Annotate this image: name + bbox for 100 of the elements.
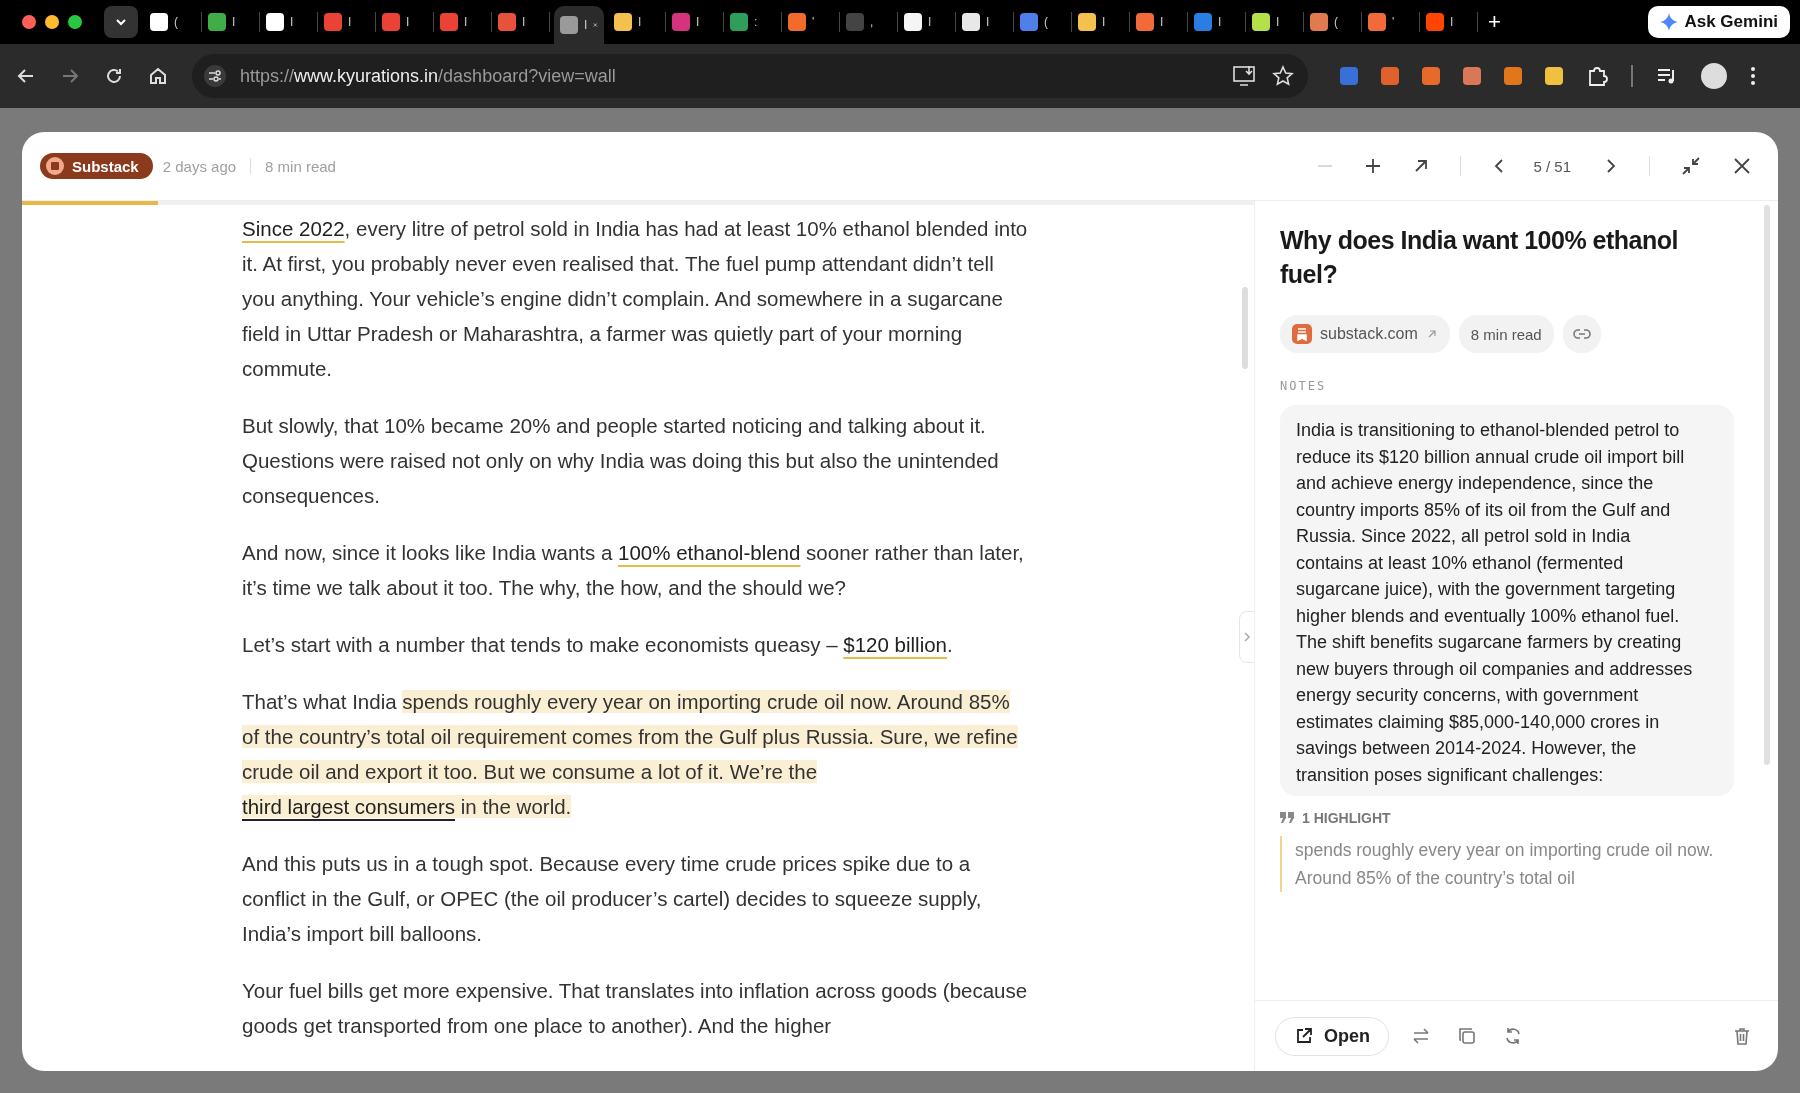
maximize-window-icon[interactable]	[68, 15, 82, 29]
copy-icon[interactable]	[1457, 1026, 1477, 1046]
scrollbar-thumb[interactable]	[1764, 205, 1770, 765]
address-field[interactable]: https://www.kyurations.in/dashboard?view=wall	[192, 54, 1308, 98]
delete-icon[interactable]	[1732, 1026, 1752, 1046]
tab-title: I	[406, 15, 410, 29]
browser-tab[interactable]: ,	[840, 12, 898, 32]
article-paragraph: And now, since it looks like India wants a 100% ethanol-blend sooner rather than later, it’s time we talk about it too. The why, the how, and the should we?	[242, 540, 1025, 601]
quote-icon	[1280, 812, 1294, 824]
tab-title: '	[812, 15, 815, 29]
copy-link-button[interactable]	[1562, 315, 1601, 353]
tab-title: I	[638, 15, 642, 29]
article-age: 2 days ago	[162, 157, 237, 175]
tab-title: I	[696, 15, 700, 29]
browser-tab[interactable]: (	[1014, 12, 1072, 32]
tab-title: I	[522, 15, 526, 29]
extension-icon[interactable]	[1463, 67, 1481, 85]
browser-tab[interactable]: I	[1420, 12, 1478, 32]
tab-list-button[interactable]	[104, 6, 138, 38]
browser-tab[interactable]: I	[666, 12, 724, 32]
highlights-label: 1 HIGHLIGHT	[1302, 810, 1391, 826]
tab-title: I	[584, 18, 588, 32]
extension-icon[interactable]	[1381, 67, 1399, 85]
browser-tab[interactable]: I	[1188, 12, 1246, 32]
zoom-in-icon[interactable]	[1364, 157, 1383, 175]
article-link[interactable]: $120 billion	[843, 633, 947, 656]
extension-icon[interactable]	[1422, 67, 1440, 85]
browser-tab[interactable]: (	[144, 12, 202, 32]
extension-icon[interactable]	[1545, 67, 1563, 85]
tab-title: I	[986, 15, 990, 29]
sparkle-icon	[1660, 13, 1679, 31]
article-paragraph: Your fuel bills get more expensive. That translates into inflation across goods (because goods get transported from one place to another). And the higher	[242, 978, 1029, 1039]
minimize-window-icon[interactable]	[45, 15, 59, 29]
read-time: 8 min read	[265, 157, 336, 175]
article-link[interactable]: third largest consumers	[242, 795, 456, 818]
article-paragraph: Since 2022, every litre of petrol sold in India has had at least 10% ethanol blended into it. At first, you probably never even realised that. The fuel pump attendant didn’t tell you anything. Your vehicle’s engine didn’t complain. And somewhere in a sugarcane field in Uttar Pradesh or Maharashtra, a farmer was quietly part of your morning commute.	[242, 216, 1029, 382]
tab-title: (	[174, 15, 178, 29]
tab-title: :	[754, 15, 758, 29]
swap-icon[interactable]	[1411, 1026, 1431, 1046]
notes-label: NOTES	[1280, 379, 1328, 393]
article-position: 5 / 51	[1533, 157, 1571, 175]
notes-text: India is transitioning to ethanol-blended petrol to reduce its $120 billion annual crude oil import bill and achieve energy independence, since the country imports 85% of its oil from the Gulf and Russia. Since 2022, all petrol sold in India contains at least 10% ethanol (fermented sugarcane juice), with the government targeting higher blends and eventually 100% ethanol fuel. The shift benefits sugarcane farmers by creating new buyers through oil companies and addresses energy security concerns, with government estimates claiming $85,000-140,000 crores in savings between 2014-2024. However, the transition poses significant challenges:	[1296, 419, 1694, 787]
browser-tab[interactable]: :	[724, 12, 782, 32]
browser-tab[interactable]: '	[1362, 12, 1420, 32]
tab-title: I	[1102, 15, 1106, 29]
scrollbar-thumb[interactable]	[1242, 287, 1248, 369]
site-settings-icon[interactable]	[204, 65, 226, 87]
refresh-icon[interactable]	[1503, 1026, 1523, 1046]
tab-title: '	[1392, 15, 1395, 29]
more-menu-icon[interactable]	[1750, 66, 1756, 86]
browser-tab[interactable]: I	[1246, 12, 1304, 32]
home-icon[interactable]	[148, 66, 168, 86]
browser-tab[interactable]: I	[318, 12, 376, 32]
browser-tab[interactable]: I	[554, 6, 604, 44]
url-text: https://www.kyurations.in/dashboard?view=wall	[240, 65, 617, 87]
article-title: Why does India want 100% ethanol fuel?	[1280, 225, 1679, 290]
browser-tab[interactable]: I	[376, 12, 434, 32]
browser-tab[interactable]: I	[202, 12, 260, 32]
close-icon[interactable]	[1732, 156, 1752, 176]
browser-tab[interactable]: I	[1072, 12, 1130, 32]
article-link[interactable]: Since 2022	[242, 217, 345, 240]
panel-toggle-handle[interactable]	[1239, 611, 1254, 663]
article-paragraph: But slowly, that 10% became 20% and people started noticing and talking about it. Questions were raised not only on why India was doing this but also the unintended consequences.	[242, 413, 1000, 509]
source-link[interactable]: substack.com	[1280, 315, 1450, 353]
reload-icon[interactable]	[104, 66, 124, 86]
tab-title: I	[1276, 15, 1280, 29]
browser-tab[interactable]: I	[434, 12, 492, 32]
browser-tab[interactable]: I	[898, 12, 956, 32]
tab-title: I	[1160, 15, 1164, 29]
article-paragraph: And this puts us in a tough spot. Because every time crude prices spike due to a conflict in the Gulf, or OPEC (the oil producer’s cartel) decides to squeeze supply, India’s import bill balloons.	[242, 851, 983, 947]
tab-title: ,	[870, 15, 874, 29]
collapse-icon[interactable]	[1680, 155, 1702, 177]
browser-tab[interactable]: (	[1304, 12, 1362, 32]
browser-tab[interactable]: I	[492, 12, 550, 32]
article-paragraph: That’s what India spends roughly every year on importing crude oil now. Around 85% of the country’s total oil requirement comes from the Gulf plus Russia. Sure, we refine crude oil and export it too. But we consume a lot of it. We’re the third largest consumers in the world.	[242, 689, 1019, 820]
substack-icon	[1292, 324, 1312, 344]
new-tab-button[interactable]: +	[1478, 0, 1511, 44]
install-app-icon[interactable]	[1232, 64, 1258, 88]
tab-title: I	[348, 15, 352, 29]
source-name: Substack	[72, 157, 139, 175]
tab-title: I	[1450, 15, 1454, 29]
browser-tab[interactable]: '	[782, 12, 840, 32]
chevron-right-icon	[1243, 631, 1251, 643]
tab-title: I	[928, 15, 932, 29]
bookmark-star-icon[interactable]	[1272, 65, 1294, 87]
browser-tab[interactable]: I	[608, 12, 666, 32]
close-window-icon[interactable]	[22, 15, 36, 29]
browser-tab[interactable]: I	[1130, 12, 1188, 32]
profile-avatar[interactable]	[1701, 63, 1727, 89]
substack-icon	[46, 157, 64, 175]
open-button[interactable]: Open	[1275, 1016, 1389, 1056]
highlight-quote: spends roughly every year on importing crude oil now. Around 85% of the country’s total oil	[1280, 836, 1742, 892]
ask-gemini-button[interactable]: Ask Gemini	[1648, 6, 1790, 38]
tab-title: I	[290, 15, 294, 29]
article-link[interactable]: 100% ethanol-blend	[618, 541, 801, 564]
browser-tab[interactable]: I	[260, 12, 318, 32]
puzzle-icon[interactable]	[1586, 65, 1608, 87]
extension-icon[interactable]	[1504, 67, 1522, 85]
tab-title: (	[1044, 15, 1048, 29]
browser-tab[interactable]: I	[956, 12, 1014, 32]
